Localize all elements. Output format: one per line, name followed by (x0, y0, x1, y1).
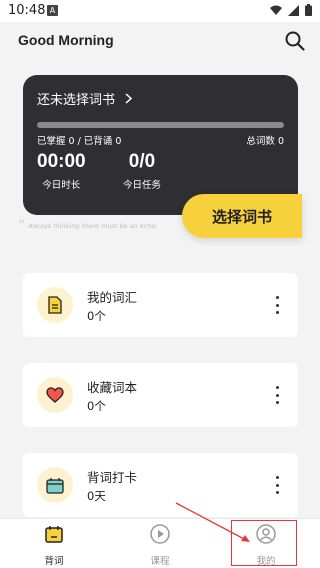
calendar-icon (45, 526, 63, 543)
annotation-highlight-box (231, 520, 297, 566)
card-title: 我的词汇 (87, 290, 138, 305)
quote-text: Always thinking there must be an echo. (28, 222, 158, 230)
document-icon (37, 287, 73, 323)
today-time-label: 今日时长 (42, 180, 81, 191)
quote-mark-icon: “ (18, 218, 26, 234)
today-time-stat: 00:00 今日时长 (37, 151, 86, 191)
quote: “ Always thinking there must be an echo. (18, 218, 158, 234)
search-icon[interactable] (284, 30, 306, 52)
play-icon (150, 524, 170, 544)
choose-book-label: 还未选择词书 (37, 93, 116, 108)
app-header: Good Morning (0, 22, 320, 62)
today-task-label: 今日任务 (123, 180, 162, 191)
more-options-icon[interactable] (270, 293, 284, 317)
nav-label: 背词 (44, 556, 64, 567)
select-book-button[interactable]: 选择词书 (182, 194, 302, 238)
calendar-icon (37, 467, 73, 503)
more-options-icon[interactable] (270, 473, 284, 497)
heart-icon (37, 377, 73, 413)
total-words-text: 总词数 0 (246, 136, 284, 147)
progress-bar (37, 122, 284, 128)
card-count: 0个 (87, 309, 106, 323)
nav-tab-courses[interactable]: 课程 (120, 523, 200, 567)
today-task-stat: 0/0 今日任务 (123, 151, 161, 191)
wifi-icon (270, 5, 282, 15)
notification-icon: A (47, 5, 58, 16)
today-task-value: 0/0 (128, 151, 156, 172)
greeting-title: Good Morning (18, 32, 114, 48)
battery-icon (305, 4, 312, 16)
status-bar: 10:48 A (0, 0, 320, 22)
nav-tab-words[interactable]: 背词 (14, 523, 94, 567)
checkin-card[interactable]: 背词打卡 0天 (23, 453, 298, 517)
my-vocabulary-card[interactable]: 我的词汇 0个 (23, 273, 298, 337)
chevron-right-icon (125, 93, 133, 104)
card-count: 0天 (87, 489, 106, 503)
card-count: 0个 (87, 399, 106, 413)
status-icons (270, 4, 312, 16)
mastered-text: 已掌握 0 / 已背诵 0 (37, 136, 122, 147)
more-options-icon[interactable] (270, 383, 284, 407)
choose-book-link[interactable]: 还未选择词书 (37, 89, 133, 108)
signal-icon (288, 4, 299, 16)
card-title: 背词打卡 (87, 470, 138, 485)
nav-label: 课程 (150, 556, 170, 567)
favorites-card[interactable]: 收藏词本 0个 (23, 363, 298, 427)
card-title: 收藏词本 (87, 380, 138, 395)
today-time-value: 00:00 (37, 151, 86, 172)
status-time: 10:48 (8, 3, 46, 18)
